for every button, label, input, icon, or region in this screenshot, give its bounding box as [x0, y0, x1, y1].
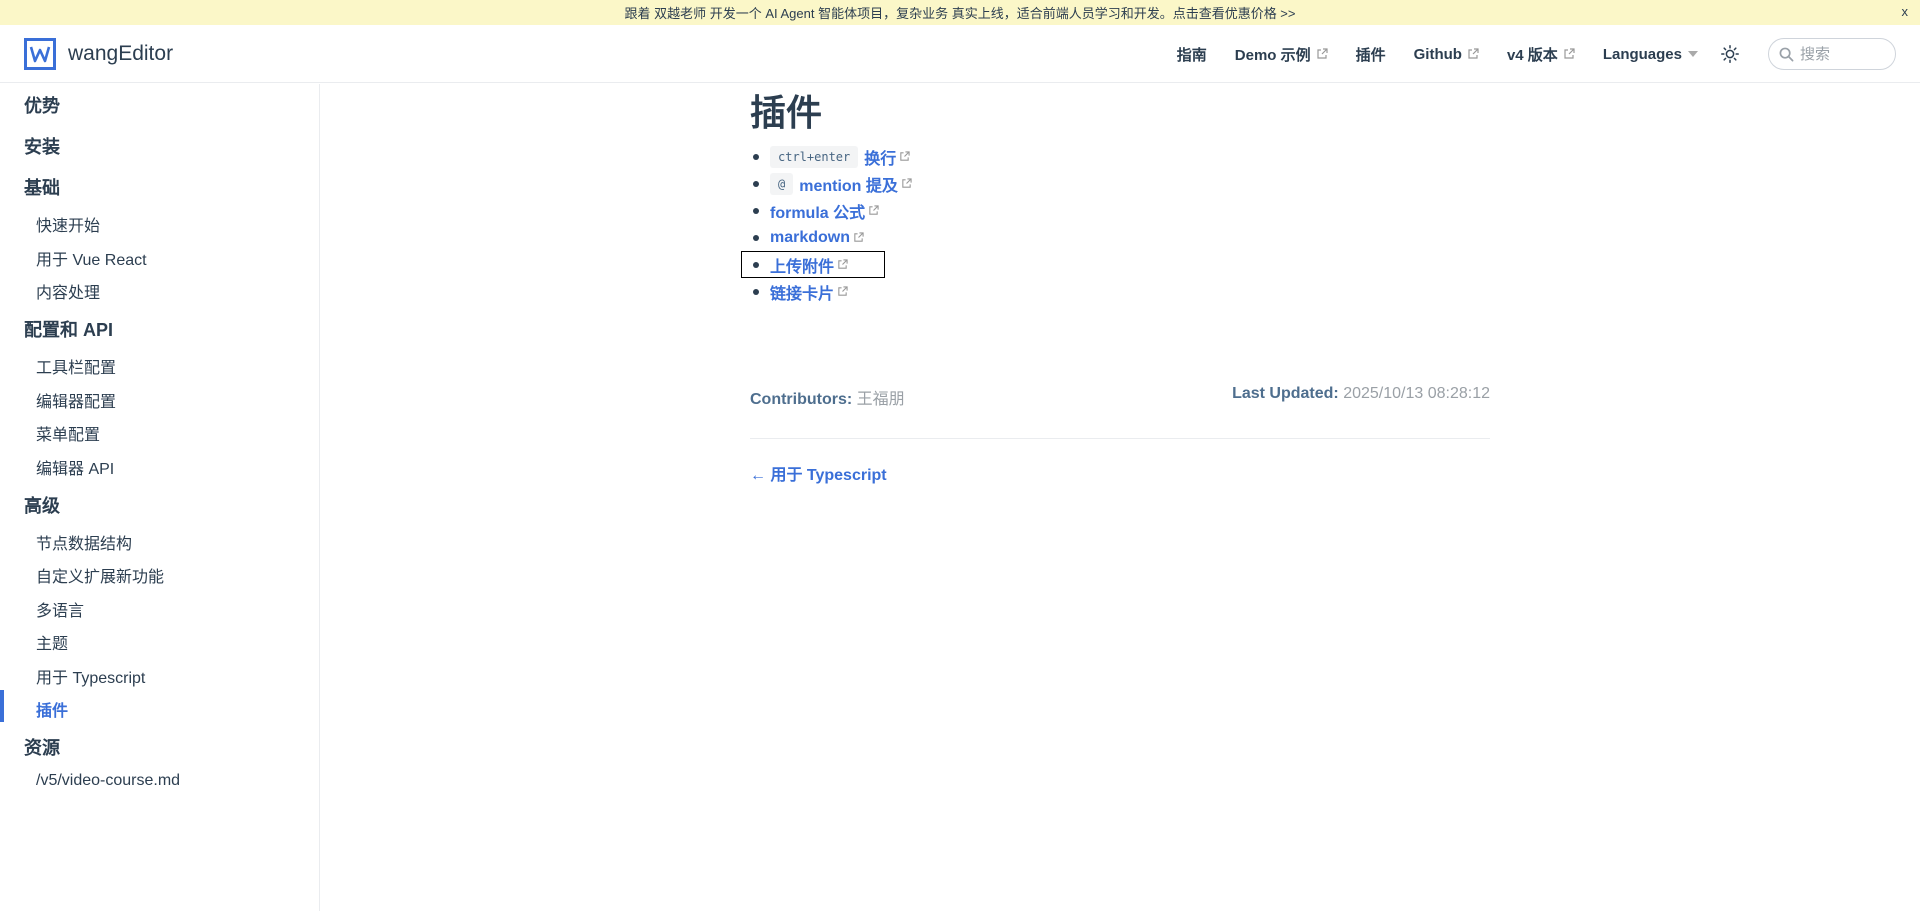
- plugin-link-link-card[interactable]: 链接卡片: [770, 280, 848, 304]
- list-item: formula 公式: [750, 197, 912, 224]
- last-updated-value: 2025/10/13 08:28:12: [1343, 385, 1490, 402]
- sidebar-group-install[interactable]: 安装: [24, 133, 60, 159]
- page-title: 插件: [750, 92, 823, 133]
- nav-guide-label[interactable]: 指南: [1177, 44, 1207, 65]
- list-item: markdown: [750, 224, 912, 251]
- banner-close-button[interactable]: x: [1902, 4, 1909, 19]
- sidebar-item-quick-start[interactable]: 快速开始: [36, 212, 100, 236]
- sidebar-group-advanced[interactable]: 高级: [24, 492, 60, 518]
- banner-text[interactable]: 跟着 双越老师 开发一个 AI Agent 智能体项目，复杂业务 真实上线，适合…: [624, 3, 1295, 22]
- external-link-icon: [838, 286, 848, 296]
- sidebar-group-config-api[interactable]: 配置和 API: [24, 316, 113, 342]
- sidebar-item-content-handling[interactable]: 内容处理: [36, 279, 100, 303]
- announcement-banner[interactable]: 跟着 双越老师 开发一个 AI Agent 智能体项目，复杂业务 真实上线，适合…: [0, 0, 1920, 25]
- plugin-link-mention[interactable]: mention 提及: [799, 172, 912, 196]
- last-updated-label: Last Updated:: [1232, 385, 1339, 402]
- sidebar-item-vue-react[interactable]: 用于 Vue React: [36, 246, 147, 270]
- nav-languages-label[interactable]: Languages: [1603, 46, 1682, 63]
- sidebar-item-toolbar-config[interactable]: 工具栏配置: [36, 354, 116, 378]
- sidebar-active-indicator: [0, 690, 4, 722]
- external-link-icon: [1468, 48, 1479, 59]
- nav-plugins-label[interactable]: 插件: [1356, 44, 1386, 65]
- bullet-icon: [753, 289, 759, 295]
- sidebar-item-theme[interactable]: 主题: [36, 630, 68, 654]
- bullet-icon: [753, 181, 759, 187]
- plugin-link-label[interactable]: 换行: [864, 145, 896, 169]
- wangeditor-logo-icon: [24, 38, 56, 70]
- list-item: @ mention 提及: [750, 170, 912, 197]
- inline-code: ctrl+enter: [770, 145, 859, 168]
- list-item: 链接卡片: [750, 278, 912, 305]
- nav-languages-dropdown[interactable]: Languages: [1603, 46, 1698, 63]
- top-navbar: wangEditor 指南 Demo 示例 插件 Github v4 版本 La…: [0, 25, 1920, 83]
- plugin-link-label[interactable]: 链接卡片: [770, 280, 834, 304]
- nav-demo-label[interactable]: Demo 示例: [1235, 44, 1311, 65]
- nav-guide[interactable]: 指南: [1177, 44, 1207, 65]
- nav-v4-label[interactable]: v4 版本: [1507, 44, 1558, 65]
- divider: [750, 438, 1490, 439]
- external-link-icon: [902, 178, 912, 188]
- sidebar-item-editor-config[interactable]: 编辑器配置: [36, 388, 116, 412]
- search-input[interactable]: [1800, 45, 1884, 63]
- sidebar-item-editor-api[interactable]: 编辑器 API: [36, 455, 114, 479]
- sidebar-item-menu-config[interactable]: 菜单配置: [36, 421, 100, 445]
- last-updated: Last Updated: 2025/10/13 08:28:12: [1232, 385, 1490, 403]
- chevron-down-icon: [1688, 51, 1698, 57]
- plugin-link-label[interactable]: markdown: [770, 229, 850, 247]
- sidebar-item-custom-extension[interactable]: 自定义扩展新功能: [36, 563, 164, 587]
- external-link-icon: [854, 232, 864, 242]
- plugin-link-label[interactable]: formula 公式: [770, 199, 865, 223]
- sidebar-item-i18n[interactable]: 多语言: [36, 597, 84, 621]
- focus-outline: [741, 251, 885, 278]
- bullet-icon: [753, 235, 759, 241]
- external-link-icon: [1317, 48, 1328, 59]
- inline-code: @: [770, 172, 794, 195]
- sidebar-group-advantages[interactable]: 优势: [24, 92, 60, 118]
- nav-github[interactable]: Github: [1414, 46, 1479, 63]
- nav-plugins[interactable]: 插件: [1356, 44, 1386, 65]
- nav-demo[interactable]: Demo 示例: [1235, 44, 1328, 65]
- brand-name[interactable]: wangEditor: [68, 42, 173, 66]
- contributors-value: 王福朋: [856, 391, 905, 408]
- prev-page-link[interactable]: ← 用于 Typescript: [750, 461, 887, 485]
- plugin-link-formula[interactable]: formula 公式: [770, 199, 879, 223]
- plugin-link-ctrl-enter[interactable]: 换行: [864, 145, 910, 169]
- sidebar-item-node-data-structure[interactable]: 节点数据结构: [36, 530, 132, 554]
- sidebar-item-typescript[interactable]: 用于 Typescript: [36, 664, 145, 688]
- external-link-icon: [900, 151, 910, 161]
- search-box[interactable]: [1768, 38, 1896, 70]
- contributors: Contributors: 王福朋: [750, 385, 905, 409]
- list-item: 上传附件: [741, 251, 912, 278]
- list-item: ctrl+enter 换行: [750, 143, 912, 170]
- bullet-icon: [753, 208, 759, 214]
- search-icon: [1779, 47, 1794, 61]
- nav-v4[interactable]: v4 版本: [1507, 44, 1575, 65]
- sidebar: 优势 安装 基础 快速开始 用于 Vue React 内容处理 配置和 API …: [0, 84, 320, 911]
- contributors-label: Contributors:: [750, 391, 853, 408]
- nav-github-label[interactable]: Github: [1414, 46, 1462, 63]
- bullet-icon: [753, 262, 759, 268]
- external-link-icon: [1564, 48, 1575, 59]
- external-link-icon: [869, 205, 879, 215]
- sidebar-group-resources[interactable]: 资源: [24, 734, 60, 760]
- plugin-link-markdown[interactable]: markdown: [770, 229, 864, 247]
- sidebar-item-video-course[interactable]: /v5/video-course.md: [36, 772, 180, 790]
- sidebar-item-plugins[interactable]: 插件: [36, 697, 68, 721]
- sidebar-group-basics[interactable]: 基础: [24, 174, 60, 200]
- plugin-list: ctrl+enter 换行 @ mention 提及 formula 公式 ma…: [741, 143, 912, 305]
- brand-home-link[interactable]: wangEditor: [24, 38, 173, 70]
- main-nav: 指南 Demo 示例 插件 Github v4 版本 Languages: [1177, 25, 1896, 83]
- theme-toggle-button[interactable]: [1720, 44, 1740, 64]
- bullet-icon: [753, 154, 759, 160]
- sun-icon: [1721, 45, 1739, 63]
- plugin-link-label[interactable]: mention 提及: [799, 172, 898, 196]
